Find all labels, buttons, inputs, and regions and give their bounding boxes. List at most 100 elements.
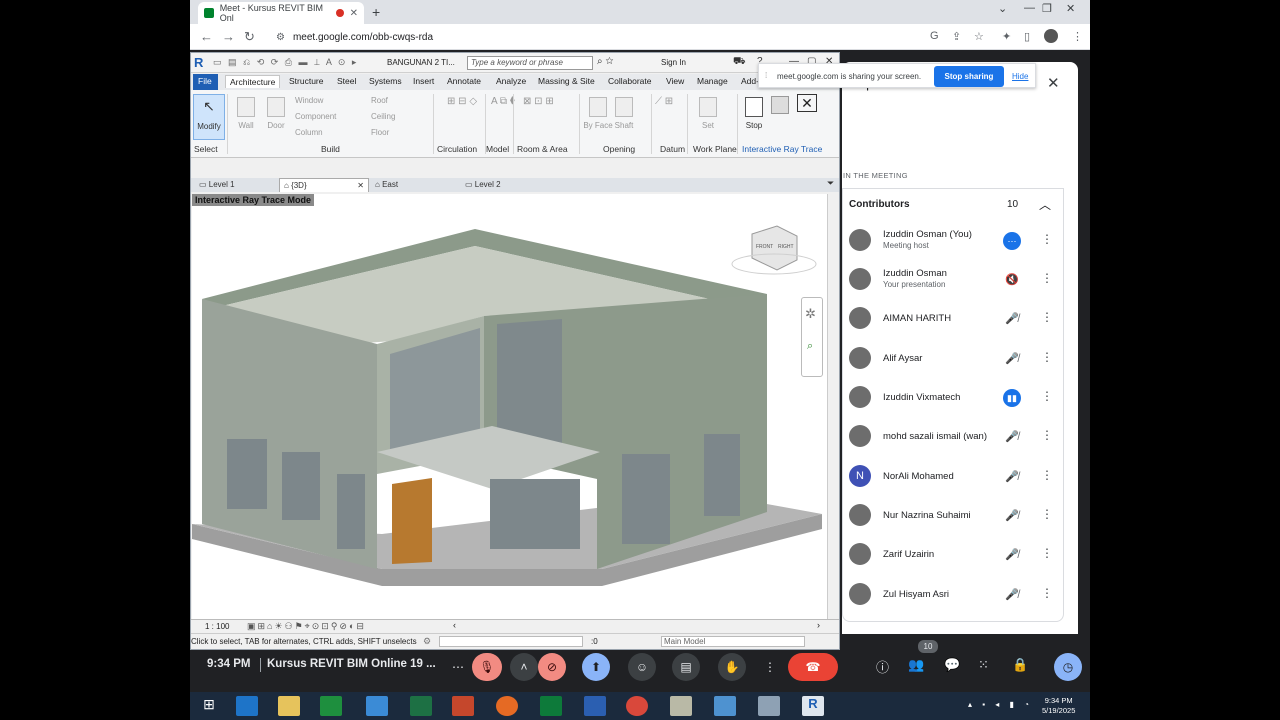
window-close-icon[interactable]: ✕ bbox=[1066, 2, 1075, 15]
participant-row[interactable]: Alif Aysar 🎤̸ ⋮ bbox=[849, 339, 1059, 378]
ribbon-tab-structure[interactable]: Structure bbox=[289, 76, 324, 86]
raise-hand-button[interactable]: ✋ bbox=[718, 653, 746, 681]
scale-value[interactable]: 1 : 100 bbox=[205, 622, 229, 631]
back-icon[interactable]: ← bbox=[200, 29, 213, 44]
participant-row[interactable]: Izuddin Osman (You) Meeting host ⋯ ⋮ bbox=[849, 221, 1059, 260]
ie-icon[interactable] bbox=[236, 696, 258, 716]
firefox-icon[interactable] bbox=[496, 696, 518, 716]
ribbon-tab-annotate[interactable]: Annotate bbox=[447, 76, 481, 86]
mic-muted-icon[interactable]: 🎤̸ bbox=[1003, 546, 1021, 564]
scroll-right-icon[interactable]: › bbox=[817, 620, 820, 630]
modify-button[interactable]: ↖ Modify bbox=[193, 94, 225, 140]
shaft-button[interactable]: Shaft bbox=[609, 94, 639, 140]
zoom-icon[interactable]: ⌕ bbox=[807, 340, 813, 353]
profile-avatar[interactable] bbox=[1044, 29, 1058, 43]
save-image-icon[interactable] bbox=[771, 96, 789, 114]
start-button-icon[interactable]: ⊞ bbox=[198, 696, 220, 716]
stair-icon[interactable]: ⊞ ⊟ ◇ bbox=[447, 96, 477, 107]
stop-ray-trace-button[interactable]: Stop bbox=[739, 94, 769, 140]
sign-in-link[interactable]: Sign In bbox=[661, 58, 686, 67]
component-tool[interactable]: Component bbox=[295, 112, 336, 121]
design-option-dropdown[interactable]: Main Model bbox=[661, 636, 805, 647]
notepad-icon[interactable] bbox=[670, 696, 692, 716]
view-tab-3d[interactable]: ⌂ {3D} ✕ bbox=[279, 178, 369, 192]
participant-row[interactable]: Izuddin Vixmatech ▮▮ ⋮ bbox=[849, 378, 1059, 417]
site-info-icon[interactable]: ⚙ bbox=[276, 32, 285, 43]
mic-muted-icon[interactable]: 🎤̸ bbox=[1003, 468, 1021, 486]
drag-handle-icon[interactable]: ⁞ bbox=[765, 71, 767, 80]
view-tab-east[interactable]: ⌂ East bbox=[371, 178, 402, 192]
revit-taskbar-icon[interactable]: R bbox=[802, 696, 824, 716]
floor-tool[interactable]: Floor bbox=[371, 128, 389, 137]
hide-link[interactable]: Hide bbox=[1012, 72, 1028, 81]
vertical-scrollbar[interactable] bbox=[827, 194, 839, 619]
steering-wheel-icon[interactable]: ✲ bbox=[805, 306, 816, 322]
participant-more-icon[interactable]: ⋮ bbox=[1041, 546, 1053, 560]
snipping-icon[interactable] bbox=[714, 696, 736, 716]
tab-close-icon[interactable]: ✕ bbox=[350, 8, 358, 19]
collapse-chevron-icon[interactable]: ︿ bbox=[1039, 196, 1051, 213]
chrome-menu-icon[interactable]: ⋮ bbox=[1072, 30, 1083, 43]
participant-more-icon[interactable]: ⋮ bbox=[1041, 310, 1053, 324]
participant-row[interactable]: N NorAli Mohamed 🎤̸ ⋮ bbox=[849, 457, 1059, 496]
ribbon-tab-analyze[interactable]: Analyze bbox=[496, 76, 526, 86]
emoji-button[interactable]: ☺ bbox=[628, 653, 656, 681]
chrome-icon[interactable] bbox=[626, 696, 648, 716]
participant-more-icon[interactable]: ⋮ bbox=[1041, 468, 1053, 482]
audio-options-icon[interactable]: ˄ bbox=[510, 653, 538, 681]
binoculars-icon[interactable]: ⌕ ☆ bbox=[597, 56, 614, 67]
cart-icon[interactable]: ⛟ bbox=[733, 56, 746, 69]
quick-access-toolbar[interactable]: ▭ ▤ ⎌ ⟲ ⟳ ⎙ ▬ ⟂ A ⊙ ▸ bbox=[213, 57, 358, 68]
new-tab-icon[interactable]: + bbox=[372, 4, 380, 20]
file-explorer-icon[interactable] bbox=[278, 696, 300, 716]
mic-muted-icon[interactable]: 🎤̸ bbox=[1003, 507, 1021, 525]
roof-tool[interactable]: Roof bbox=[371, 96, 388, 105]
app-icon[interactable] bbox=[758, 696, 780, 716]
participant-more-icon[interactable]: ⋮ bbox=[1041, 389, 1053, 403]
reload-icon[interactable]: ↻ bbox=[244, 29, 255, 45]
speaking-indicator-icon[interactable]: ▮▮ bbox=[1003, 389, 1021, 407]
viewcube-front-label[interactable]: FRONT bbox=[756, 244, 773, 250]
participant-more-icon[interactable]: ⋮ bbox=[1041, 586, 1053, 600]
tray-icons[interactable]: ▴ ▪ ◂ ▮ ◔ bbox=[968, 700, 1033, 709]
revit-logo-icon[interactable]: R bbox=[194, 55, 208, 71]
ribbon-tab-systems[interactable]: Systems bbox=[369, 76, 402, 86]
close-view-icon[interactable]: ✕ bbox=[357, 181, 364, 190]
window-tool[interactable]: Window bbox=[295, 96, 323, 105]
ribbon-tab-view[interactable]: View bbox=[666, 76, 684, 86]
viewcube-right-label[interactable]: RIGHT bbox=[778, 244, 794, 250]
door-button[interactable]: Door bbox=[261, 94, 291, 140]
participant-row[interactable]: mohd sazali ismail (wan) 🎤̸ ⋮ bbox=[849, 417, 1059, 456]
model-text-icon[interactable]: A ⧉ ⧫ bbox=[491, 96, 515, 107]
bookmark-star-icon[interactable]: ☆ bbox=[974, 30, 984, 43]
participant-more-icon[interactable]: ⋮ bbox=[1041, 232, 1053, 246]
google-icon[interactable]: G bbox=[930, 30, 939, 42]
share-icon[interactable]: ⇪ bbox=[952, 30, 961, 43]
leave-call-button[interactable]: ☎ bbox=[788, 653, 838, 681]
ribbon-tab-file[interactable]: File bbox=[193, 74, 218, 90]
3d-viewport[interactable]: Interactive Ray Trace Mode FRONT RIGHT bbox=[192, 194, 827, 619]
captions-button[interactable]: ▤ bbox=[672, 653, 700, 681]
mic-muted-icon[interactable]: 🎤̸ bbox=[1003, 586, 1021, 604]
ribbon-tab-manage[interactable]: Manage bbox=[697, 76, 728, 86]
stop-sharing-button[interactable]: Stop sharing bbox=[934, 66, 1004, 87]
restore-icon[interactable]: ❐ bbox=[1042, 2, 1052, 15]
ribbon-tab-steel[interactable]: Steel bbox=[337, 76, 356, 86]
minimize-icon[interactable]: — bbox=[1024, 2, 1035, 14]
forward-icon[interactable]: → bbox=[222, 29, 235, 44]
room-icon[interactable]: ⊠ ⊡ ⊞ bbox=[523, 96, 554, 107]
taskbar-clock[interactable]: 9:34 PM 5/19/2025 bbox=[1042, 696, 1075, 716]
mic-muted-icon[interactable]: 🎤̸ bbox=[1003, 310, 1021, 328]
wall-button[interactable]: Wall bbox=[231, 94, 261, 140]
participant-row[interactable]: Nur Nazrina Suhaimi 🎤̸ ⋮ bbox=[849, 496, 1059, 535]
participant-row[interactable]: Zarif Uzairin 🎤̸ ⋮ bbox=[849, 535, 1059, 574]
more-active-icon[interactable]: ⋯ bbox=[1003, 232, 1021, 250]
paint-app-icon[interactable] bbox=[366, 696, 388, 716]
excel-icon[interactable] bbox=[410, 696, 432, 716]
ribbon-tab-collaborate[interactable]: Collaborate bbox=[608, 76, 651, 86]
chat-icon[interactable]: 💬 bbox=[944, 657, 960, 673]
panel-room-area[interactable]: Room & Area bbox=[517, 144, 568, 154]
view-tab-level-1[interactable]: ▭ Level 1 bbox=[195, 178, 239, 192]
view-tabs-menu-icon[interactable]: ⏷ bbox=[827, 178, 834, 189]
close-panel-icon[interactable]: ✕ bbox=[1047, 74, 1060, 92]
